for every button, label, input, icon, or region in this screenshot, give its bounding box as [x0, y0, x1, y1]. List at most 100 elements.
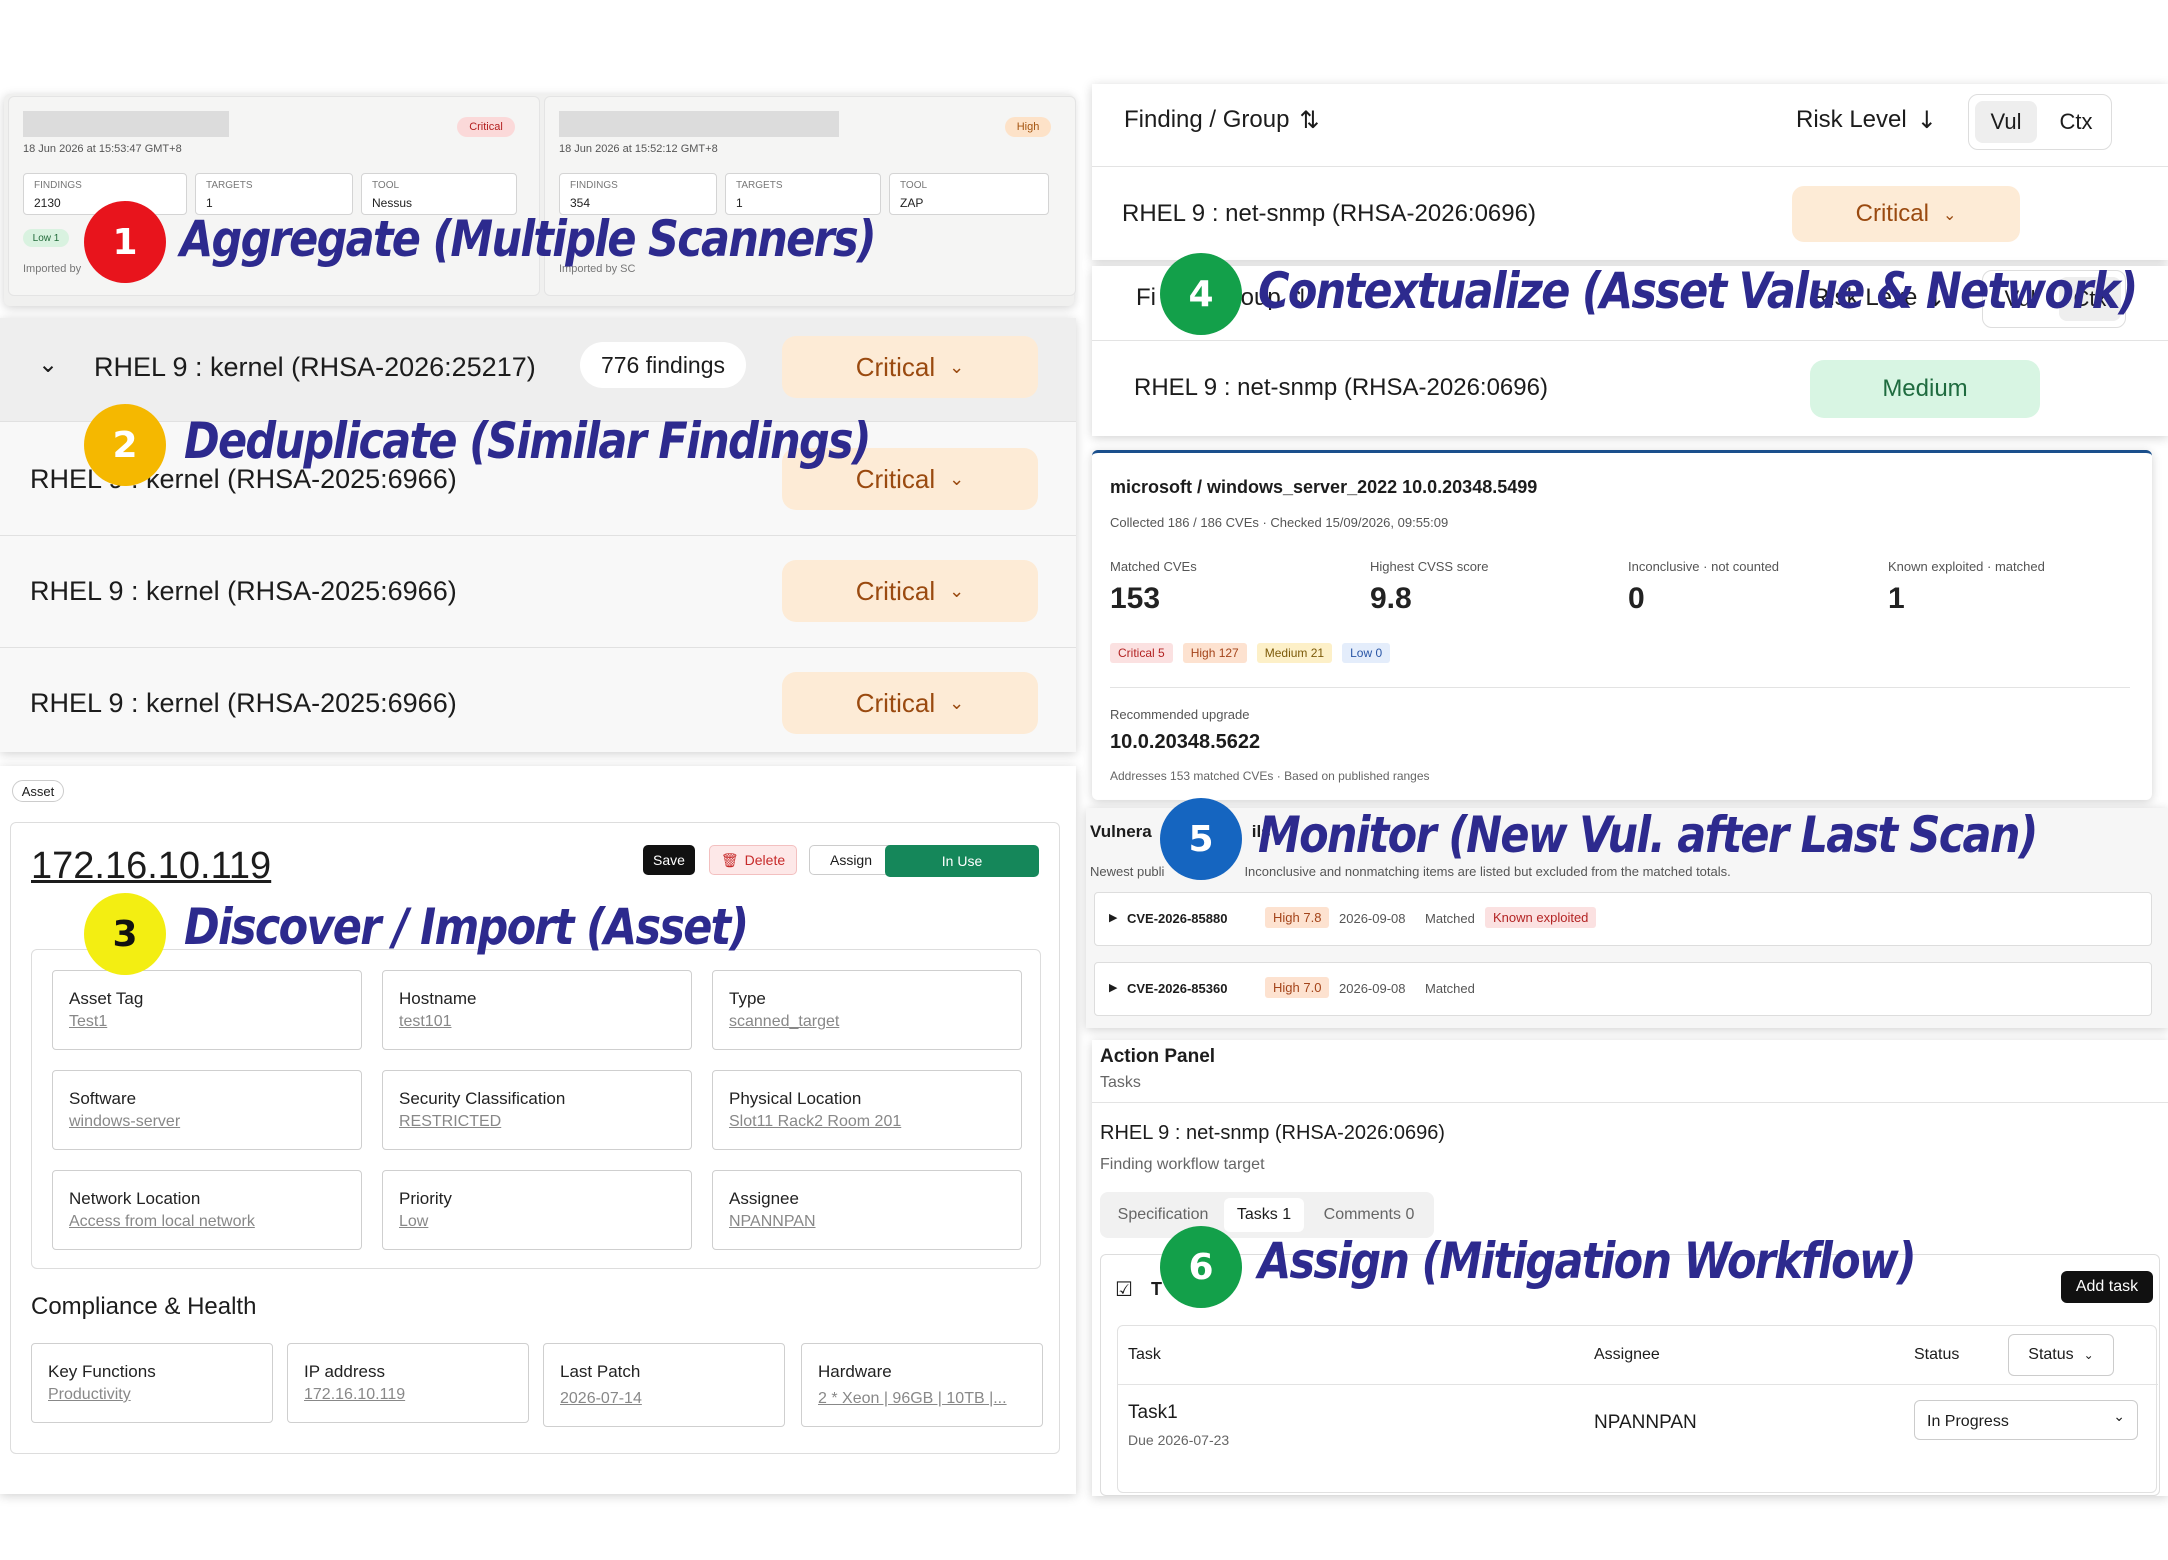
- tab-tasks[interactable]: Tasks 1: [1224, 1198, 1304, 1232]
- field-hardware[interactable]: Hardware 2 * Xeon | 96GB | 10TB |...: [801, 1343, 1043, 1427]
- known-exploited-badge: Known exploited: [1485, 907, 1597, 928]
- targets-box: TARGETS 1: [725, 173, 881, 215]
- field-assignee[interactable]: Assignee NPANNPAN: [712, 1170, 1022, 1250]
- field-type[interactable]: Type scanned_target: [712, 970, 1022, 1050]
- task-name[interactable]: Task1: [1128, 1402, 1178, 1424]
- callout-2-badge: 2: [84, 404, 166, 486]
- chip-medium: Medium 21: [1256, 643, 1333, 663]
- finding-title: RHEL 9 : kernel (RHSA-2025:6966): [30, 688, 457, 718]
- expand-arrow-icon[interactable]: ▶: [1109, 911, 1117, 924]
- cve-id: CVE-2026-85880: [1127, 911, 1228, 926]
- field-asset-tag[interactable]: Asset Tag Test1: [52, 970, 362, 1050]
- finding-group-header[interactable]: Finding / Group ⇅: [1124, 106, 1320, 134]
- findings-count-badge: 776 findings: [580, 342, 746, 388]
- field-priority[interactable]: Priority Low: [382, 1170, 692, 1250]
- severity-badge: High: [1005, 117, 1051, 137]
- toggle-vul[interactable]: Vul: [1975, 101, 2037, 143]
- tasks-heading: T: [1151, 1279, 1162, 1299]
- finding-group-row[interactable]: ⌄ RHEL 9 : kernel (RHSA-2026:25217) 776 …: [0, 318, 1076, 422]
- status-in-use-button[interactable]: In Use: [885, 845, 1039, 877]
- callout-3-text: Discover / Import (Asset): [184, 898, 749, 956]
- callout-4-badge: 4: [1160, 253, 1242, 335]
- chip-critical: Critical 5: [1110, 643, 1173, 663]
- callout-5-text: Monitor (New Vul. after Last Scan): [1258, 806, 2038, 864]
- arrow-down-icon: ↓: [1916, 106, 1937, 134]
- risk-level-dropdown[interactable]: Critical ⌄: [782, 672, 1038, 734]
- targets-box: TARGETS 1: [195, 173, 353, 215]
- chip-low: Low 0: [1342, 643, 1391, 663]
- collected-status: Collected 186 / 186 CVEs · Checked 15/09…: [1110, 515, 1449, 530]
- redacted-title: [23, 111, 229, 137]
- redacted-title: [559, 111, 839, 137]
- divider: [1110, 687, 2130, 688]
- asset-tag-chip: Asset: [12, 780, 64, 802]
- risk-level-dropdown[interactable]: Critical ⌄: [782, 336, 1038, 398]
- col-status: Status: [1914, 1346, 1960, 1363]
- tool-box: TOOL Nessus: [361, 173, 517, 215]
- toggle-ctx[interactable]: Ctx: [2045, 101, 2107, 143]
- sort-icon[interactable]: ⇅: [1299, 106, 1319, 134]
- field-ip-address[interactable]: IP address 172.16.10.119: [287, 1343, 529, 1423]
- severity-badge: Critical: [457, 117, 515, 137]
- field-physical-location[interactable]: Physical Location Slot11 Rack2 Room 201: [712, 1070, 1022, 1150]
- tab-comments[interactable]: Comments 0: [1308, 1198, 1430, 1232]
- cve-status: Matched: [1425, 911, 1475, 926]
- trash-icon: 🗑: [720, 851, 739, 868]
- asset-ip-title: 172.16.10.119: [31, 845, 272, 887]
- field-software[interactable]: Software windows-server: [52, 1070, 362, 1150]
- tasks-table: Task Assignee Status Status ⌄ Task1 Due 2…: [1117, 1325, 2158, 1493]
- col-task: Task: [1128, 1346, 1161, 1363]
- field-network-location[interactable]: Network Location Access from local networ…: [52, 1170, 362, 1250]
- task-due: Due 2026-07-23: [1128, 1432, 1230, 1448]
- field-security-classification[interactable]: Security Classification RESTRICTED: [382, 1070, 692, 1150]
- cve-date: 2026-09-08: [1339, 911, 1406, 926]
- cve-score-badge: High 7.8: [1265, 907, 1330, 928]
- finding-title: RHEL 9 : net-snmp (RHSA-2026:0696): [1122, 200, 1536, 227]
- cve-row[interactable]: ▶ CVE-2026-85880 High 7.8 2026-09-08 Mat…: [1094, 892, 2152, 946]
- risk-level-dropdown[interactable]: Critical ⌄: [782, 560, 1038, 622]
- callout-3-badge: 3: [84, 893, 166, 975]
- callout-1-badge: 1: [84, 201, 166, 283]
- severity-chip: Low 1: [23, 229, 69, 247]
- risk-level-dropdown[interactable]: Critical ⌄: [1792, 186, 2020, 242]
- stat-highest-cvss: Highest CVSS score 9.8: [1370, 559, 1489, 615]
- callout-5-badge: 5: [1160, 798, 1242, 880]
- add-task-button[interactable]: Add task: [2061, 1271, 2153, 1303]
- divider: [1092, 340, 2168, 341]
- risk-level-badge[interactable]: Medium: [1810, 360, 2040, 418]
- field-last-patch[interactable]: Last Patch 2026-07-14: [543, 1343, 785, 1427]
- delete-button[interactable]: 🗑 Delete: [709, 845, 797, 875]
- callout-2-text: Deduplicate (Similar Findings): [184, 412, 872, 470]
- cpe-summary-panel: microsoft / windows_server_2022 10.0.203…: [1092, 450, 2152, 800]
- col-assignee: Assignee: [1594, 1346, 1660, 1363]
- cve-score-badge: High 7.0: [1265, 977, 1330, 998]
- assign-button[interactable]: Assign: [809, 845, 893, 875]
- task-status-dropdown[interactable]: In Progress ⌄: [1914, 1400, 2138, 1440]
- status-filter-dropdown[interactable]: Status ⌄: [2008, 1334, 2114, 1376]
- severity-chips: Critical 5 High 127 Medium 21 Low 0: [1110, 643, 1391, 663]
- action-panel-title: Action Panel: [1100, 1046, 1216, 1067]
- vul-ctx-toggle[interactable]: Vul Ctx: [1968, 94, 2112, 150]
- chevron-down-icon: ⌄: [2113, 1409, 2125, 1425]
- expand-arrow-icon[interactable]: ▶: [1109, 981, 1117, 994]
- callout-6-text: Assign (Mitigation Workflow): [1258, 1232, 1917, 1290]
- product-title: microsoft / windows_server_2022 10.0.203…: [1110, 477, 1538, 497]
- chip-high: High 127: [1182, 643, 1247, 663]
- upgrade-note: Addresses 153 matched CVEs · Based on pu…: [1110, 769, 1430, 783]
- dedupe-panel: ⌄ RHEL 9 : kernel (RHSA-2026:25217) 776 …: [0, 318, 1076, 752]
- finding-row[interactable]: RHEL 9 : kernel (RHSA-2025:6966) Critica…: [0, 648, 1076, 752]
- chevron-down-icon[interactable]: ⌄: [38, 350, 58, 378]
- field-hostname[interactable]: Hostname test101: [382, 970, 692, 1050]
- save-button[interactable]: Save: [643, 845, 695, 875]
- asset-panel: Asset 172.16.10.119 Save 🗑 Delete Assign …: [0, 766, 1076, 1494]
- field-key-functions[interactable]: Key Functions Productivity: [31, 1343, 273, 1423]
- tool-box: TOOL ZAP: [889, 173, 1049, 215]
- callout-1-text: Aggregate (Multiple Scanners): [180, 210, 877, 268]
- cve-id: CVE-2026-85360: [1127, 981, 1228, 996]
- cve-row[interactable]: ▶ CVE-2026-85360 High 7.0 2026-09-08 Mat…: [1094, 962, 2152, 1016]
- finding-row[interactable]: RHEL 9 : kernel (RHSA-2025:6966) Critica…: [0, 536, 1076, 648]
- callout-6-badge: 6: [1160, 1226, 1242, 1308]
- imported-by: Imported by: [23, 263, 82, 275]
- risk-level-header[interactable]: Risk Level ↓: [1796, 106, 1937, 134]
- scan-timestamp: 18 Jun 2026 at 15:52:12 GMT+8: [559, 143, 718, 155]
